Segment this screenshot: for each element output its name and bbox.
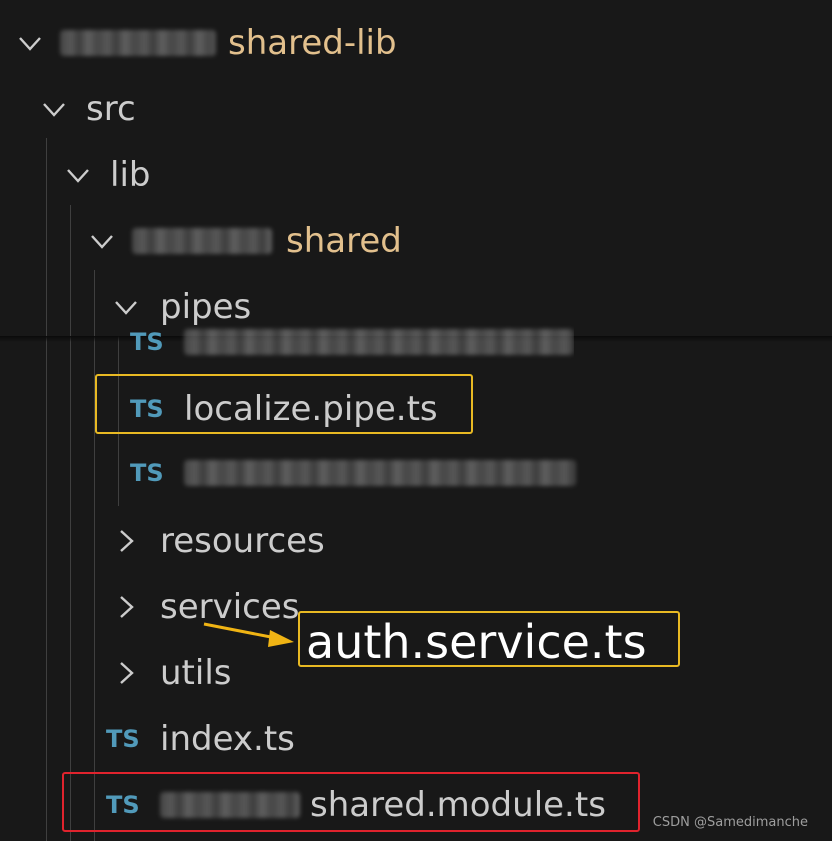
tree-item-root-folder[interactable]: shared-lib: [18, 10, 397, 76]
highlight-box-localize-pipe: [95, 374, 473, 434]
folder-label: utils: [160, 653, 232, 693]
watermark: CSDN @Samedimanche: [652, 815, 808, 830]
chevron-down-icon: [18, 31, 42, 55]
typescript-file-icon: TS: [130, 459, 164, 487]
typescript-file-icon: TS: [106, 725, 140, 753]
folder-label: lib: [110, 155, 151, 195]
callout-label: auth.service.ts: [306, 615, 647, 669]
tree-item-shared-folder[interactable]: shared: [90, 208, 402, 274]
redacted-text: [184, 460, 576, 486]
folder-label: src: [86, 89, 136, 129]
tree-item-src-folder[interactable]: src: [42, 76, 136, 142]
chevron-right-icon: [114, 529, 138, 553]
tree-item-lib-folder[interactable]: lib: [66, 142, 150, 208]
chevron-down-icon: [114, 295, 138, 319]
chevron-down-icon: [90, 229, 114, 253]
folder-label: shared-lib: [228, 23, 397, 63]
redacted-text: [60, 30, 216, 56]
tree-item-file[interactable]: TS: [130, 322, 574, 362]
indent-guide: [46, 138, 47, 841]
folder-label: shared: [286, 221, 402, 261]
chevron-right-icon: [114, 595, 138, 619]
highlight-box-shared-module: [62, 772, 640, 832]
chevron-down-icon: [42, 97, 66, 121]
redacted-text: [132, 228, 272, 254]
tree-item-resources-folder[interactable]: resources: [114, 508, 325, 574]
tree-item-file-index[interactable]: TS index.ts: [106, 706, 295, 772]
chevron-right-icon: [114, 661, 138, 685]
file-explorer-tree: shared-lib src lib shared pipes TS TS lo…: [0, 0, 832, 841]
redacted-text: [184, 329, 574, 355]
indent-guide: [94, 270, 95, 841]
indent-guide: [70, 205, 71, 841]
chevron-down-icon: [66, 163, 90, 187]
file-label: index.ts: [160, 719, 295, 759]
folder-label: pipes: [160, 287, 252, 327]
annotation-arrow-icon: [203, 622, 294, 647]
tree-item-file[interactable]: TS: [130, 440, 576, 506]
folder-label: resources: [160, 521, 325, 561]
typescript-file-icon: TS: [130, 328, 164, 356]
